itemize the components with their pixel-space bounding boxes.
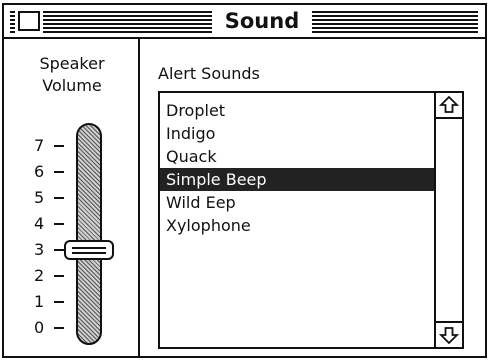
- speaker-volume-label: Speaker Volume: [10, 53, 134, 97]
- speaker-volume-panel: Speaker Volume 7 6 5 4 3 2 1 0: [4, 39, 140, 356]
- title-bar[interactable]: Sound: [4, 5, 485, 39]
- down-arrow-icon[interactable]: [436, 321, 462, 347]
- volume-tick: 6: [34, 163, 74, 181]
- sound-window: Sound Speaker Volume 7 6 5 4 3 2 1 0 Ale…: [2, 3, 487, 358]
- volume-slider-track[interactable]: [76, 123, 102, 345]
- alert-sounds-items: Droplet Indigo Quack Simple Beep Wild Eep Xyl…: [160, 99, 434, 237]
- list-item[interactable]: Quack: [160, 145, 434, 168]
- volume-tick: 2: [34, 267, 74, 285]
- list-item[interactable]: Xylophone: [160, 214, 434, 237]
- vertical-scrollbar[interactable]: [434, 93, 462, 347]
- alert-sounds-panel: Alert Sounds Droplet Indigo Quack Simple Be…: [140, 39, 485, 356]
- list-item[interactable]: Indigo: [160, 122, 434, 145]
- close-box-icon[interactable]: [15, 8, 43, 34]
- alert-sounds-list[interactable]: Droplet Indigo Quack Simple Beep Wild Eep Xyl…: [158, 91, 464, 349]
- list-item-selected[interactable]: Simple Beep: [160, 168, 434, 191]
- volume-slider-thumb[interactable]: [64, 240, 114, 260]
- volume-tick: 1: [34, 293, 74, 311]
- alert-sounds-label: Alert Sounds: [158, 64, 260, 83]
- volume-tick: 5: [34, 189, 74, 207]
- list-item[interactable]: Wild Eep: [160, 191, 434, 214]
- volume-tick: 7: [34, 137, 74, 155]
- window-title: Sound: [212, 7, 312, 35]
- volume-tick: 4: [34, 215, 74, 233]
- speaker-label-line1: Speaker: [39, 54, 105, 73]
- up-arrow-icon[interactable]: [436, 93, 462, 119]
- title-bar-stripes-left: [10, 11, 212, 33]
- title-bar-stripes-right: [312, 11, 478, 33]
- list-item[interactable]: Droplet: [160, 99, 434, 122]
- volume-tick: 0: [34, 319, 74, 337]
- speaker-label-line2: Volume: [42, 76, 102, 95]
